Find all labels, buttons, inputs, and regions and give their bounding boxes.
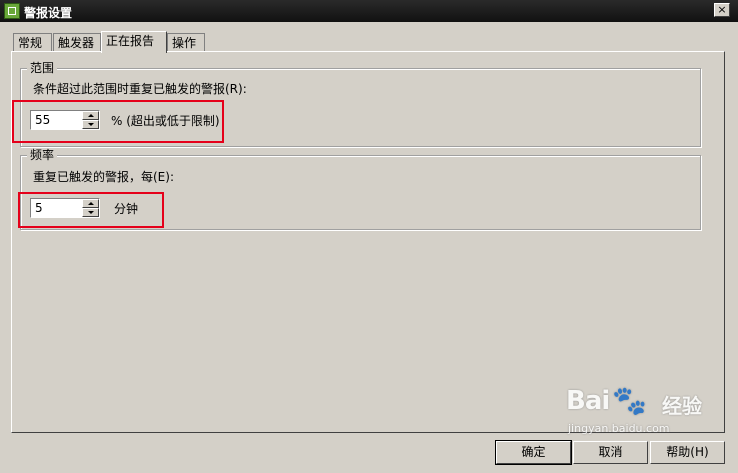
range-highlight-box — [12, 100, 224, 143]
tab-triggers[interactable]: 触发器 — [53, 33, 101, 52]
tab-reporting[interactable]: 正在报告 — [101, 31, 167, 53]
frequency-highlight-box — [18, 192, 164, 228]
frequency-legend: 频率 — [27, 148, 58, 162]
range-description: 条件超过此范围时重复已触发的警报(R): — [33, 82, 247, 96]
paw-icon: 🐾 — [612, 384, 647, 417]
window-title: 警报设置 — [24, 6, 73, 20]
tab-general[interactable]: 常规 — [13, 33, 52, 52]
watermark-url: jingyan.baidu.com — [568, 422, 670, 435]
watermark-brand: 经验 — [662, 394, 702, 418]
title-bar: 警报设置 × — [0, 0, 738, 22]
close-button[interactable]: × — [714, 3, 730, 17]
cancel-button[interactable]: 取消 — [573, 441, 648, 464]
frequency-description: 重复已触发的警报，每(E): — [33, 170, 174, 184]
range-legend: 范围 — [27, 61, 58, 75]
watermark-logo-text: Bai — [566, 386, 610, 416]
app-icon — [4, 3, 20, 19]
ok-button[interactable]: 确定 — [495, 440, 572, 465]
help-button[interactable]: 帮助(H) — [650, 441, 725, 464]
baidu-watermark: Bai 🐾 经验 jingyan.baidu.com — [566, 384, 732, 440]
close-icon: × — [717, 3, 727, 16]
tab-actions[interactable]: 操作 — [167, 33, 205, 52]
